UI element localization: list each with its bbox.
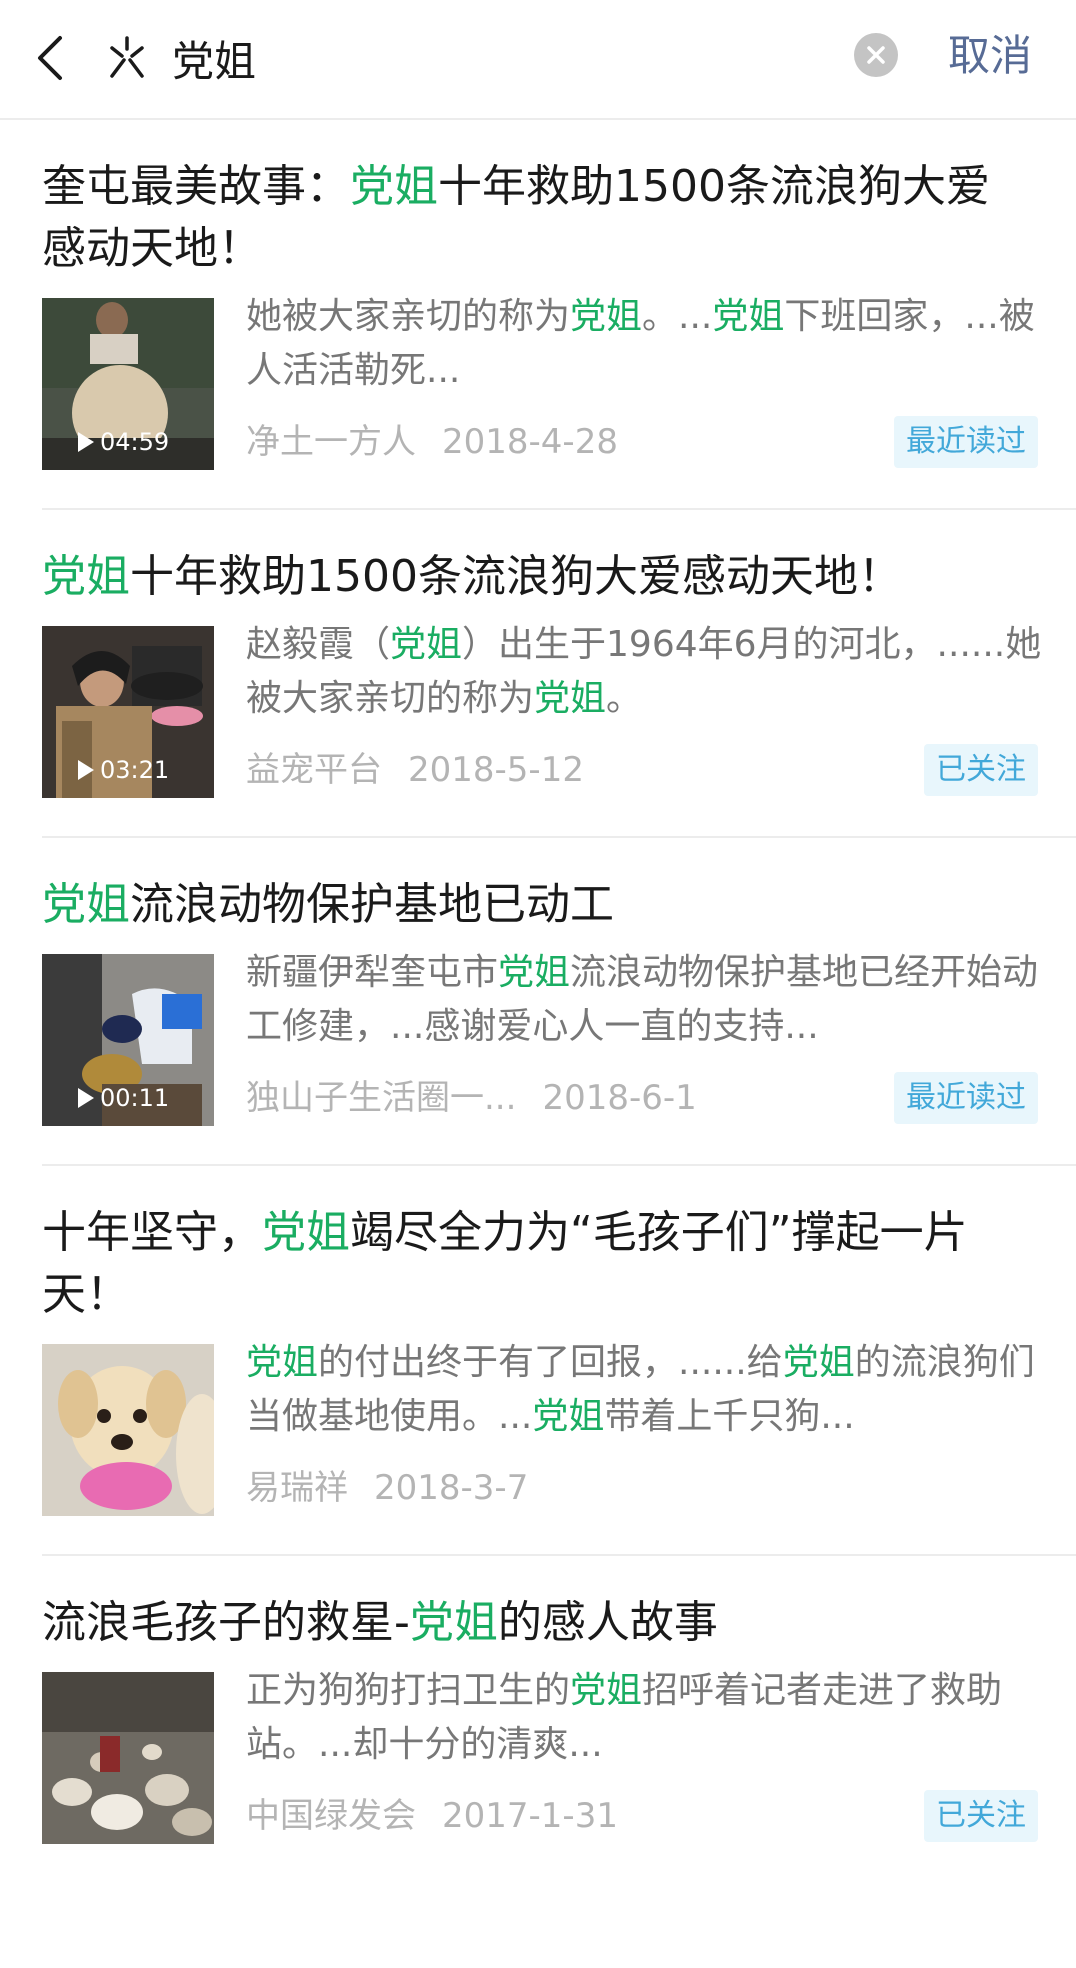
result-snippet: 党姐的付出终于有了回报，......给党姐的流浪狗们当做基地使用。...党姐带着… xyxy=(246,1336,1046,1444)
keyword-highlight: 党姐 xyxy=(534,678,607,719)
result-snippet: 正为狗狗打扫卫生的党姐招呼着记者走进了救助站。...却十分的清爽... xyxy=(246,1664,1046,1772)
result-meta: 易瑞祥 2018-3-7 xyxy=(246,1468,846,1508)
text-segment: 的付出终于有了回报，......给 xyxy=(318,1342,783,1383)
video-thumbnail[interactable]: 00:11 xyxy=(42,954,214,1126)
result-snippet: 她被大家亲切的称为党姐。...党姐下班回家，...被人活活勒死... xyxy=(246,290,1046,398)
text-segment: 新疆伊犁奎屯市 xyxy=(246,952,499,993)
result-meta: 独山子生活圈一... 2018-6-1 xyxy=(246,1078,846,1118)
status-badge: 最近读过 xyxy=(894,1072,1038,1124)
keyword-highlight: 党姐 xyxy=(782,1342,855,1383)
result-title: 流浪毛孩子的救星-党姐的感人故事 xyxy=(42,1556,1076,1654)
result-snippet: 新疆伊犁奎屯市党姐流浪动物保护基地已经开始动工修建，...感谢爱心人一直的支持.… xyxy=(246,946,1046,1054)
result-date: 2018-5-12 xyxy=(408,750,584,790)
result-meta: 益宠平台 2018-5-12 xyxy=(246,750,846,790)
text-segment: 。 xyxy=(606,678,643,719)
result-title: 十年坚守，党姐竭尽全力为“毛孩子们”撑起一片天！ xyxy=(42,1166,1076,1326)
keyword-highlight: 党姐 xyxy=(246,1342,319,1383)
back-button[interactable] xyxy=(30,28,74,88)
play-icon xyxy=(78,1088,94,1108)
video-thumbnail[interactable]: 03:21 xyxy=(42,626,214,798)
status-badge: 已关注 xyxy=(924,744,1038,796)
text-segment: 流浪动物保护基地已动工 xyxy=(130,879,614,930)
search-input[interactable] xyxy=(172,24,812,92)
chevron-left-icon xyxy=(38,36,62,80)
result-source[interactable]: 中国绿发会 xyxy=(246,1796,416,1836)
list-item[interactable]: 党姐流浪动物保护基地已动工 00:11 新疆伊犁奎屯市党姐流浪动物保护基地已经开… xyxy=(42,838,1076,1166)
text-segment: 流浪毛孩子的救星- xyxy=(42,1597,410,1648)
result-meta: 净土一方人 2018-4-28 xyxy=(246,422,846,462)
result-snippet: 赵毅霞（党姐）出生于1964年6月的河北，......她被大家亲切的称为党姐。 xyxy=(246,618,1046,726)
keyword-highlight: 党姐 xyxy=(532,1396,605,1437)
search-results-list: 奎屯最美故事：党姐十年救助1500条流浪狗大爱感动天地！ 04:59 她被大家亲… xyxy=(0,120,1076,1882)
article-thumbnail[interactable] xyxy=(42,1344,214,1516)
keyword-highlight: 党姐 xyxy=(498,952,571,993)
text-segment: 十年坚守， xyxy=(42,1207,262,1258)
result-source[interactable]: 独山子生活圈一... xyxy=(246,1078,516,1118)
text-segment: 的感人故事 xyxy=(497,1597,718,1648)
status-badge: 最近读过 xyxy=(894,416,1038,468)
result-source[interactable]: 易瑞祥 xyxy=(246,1468,348,1508)
keyword-highlight: 党姐 xyxy=(390,624,463,665)
result-title: 奎屯最美故事：党姐十年救助1500条流浪狗大爱感动天地！ xyxy=(42,120,1076,280)
video-thumbnail[interactable]: 04:59 xyxy=(42,298,214,470)
keyword-highlight: 党姐 xyxy=(262,1207,350,1258)
sparkle-icon xyxy=(104,34,150,80)
keyword-highlight: 党姐 xyxy=(712,296,785,337)
clear-search-button[interactable] xyxy=(854,33,898,77)
list-item[interactable]: 流浪毛孩子的救星-党姐的感人故事 正为狗狗打扫卫生的党姐招呼着记者走进了救助站。… xyxy=(42,1556,1076,1844)
keyword-highlight: 党姐 xyxy=(42,879,130,930)
keyword-highlight: 党姐 xyxy=(570,1670,643,1711)
text-segment: 她被大家亲切的称为 xyxy=(246,296,571,337)
keyword-highlight: 党姐 xyxy=(350,161,438,212)
result-date: 2018-4-28 xyxy=(442,422,618,462)
text-segment: 赵毅霞（ xyxy=(246,624,391,665)
result-title: 党姐流浪动物保护基地已动工 xyxy=(42,838,1076,936)
text-segment: 带着上千只狗... xyxy=(604,1396,855,1437)
result-title: 党姐十年救助1500条流浪狗大爱感动天地！ xyxy=(42,510,1076,608)
keyword-highlight: 党姐 xyxy=(42,551,130,602)
text-segment: 正为狗狗打扫卫生的 xyxy=(246,1670,571,1711)
list-item[interactable]: 奎屯最美故事：党姐十年救助1500条流浪狗大爱感动天地！ 04:59 她被大家亲… xyxy=(42,120,1076,510)
text-segment: 十年救助1500条流浪狗大爱感动天地！ xyxy=(130,551,902,602)
result-date: 2018-6-1 xyxy=(542,1078,697,1118)
article-thumbnail[interactable] xyxy=(42,1672,214,1844)
play-icon xyxy=(78,432,94,452)
keyword-highlight: 党姐 xyxy=(570,296,643,337)
video-duration: 04:59 xyxy=(100,428,170,456)
close-icon xyxy=(867,46,885,64)
text-segment: 奎屯最美故事： xyxy=(42,161,350,212)
list-item[interactable]: 十年坚守，党姐竭尽全力为“毛孩子们”撑起一片天！ 党姐的付出终于有了回报，...… xyxy=(42,1166,1076,1556)
result-date: 2017-1-31 xyxy=(442,1796,618,1836)
text-segment: 。... xyxy=(642,296,713,337)
search-header: 取消 xyxy=(0,0,1076,120)
result-date: 2018-3-7 xyxy=(374,1468,529,1508)
play-icon xyxy=(78,760,94,780)
list-item[interactable]: 党姐十年救助1500条流浪狗大爱感动天地！ 03:21 赵毅霞（党姐）出生于19… xyxy=(42,510,1076,838)
keyword-highlight: 党姐 xyxy=(409,1597,498,1648)
video-duration: 00:11 xyxy=(100,1084,170,1112)
video-duration: 03:21 xyxy=(100,756,170,784)
result-meta: 中国绿发会 2017-1-31 xyxy=(246,1796,846,1836)
result-source[interactable]: 益宠平台 xyxy=(246,750,382,790)
status-badge: 已关注 xyxy=(924,1790,1038,1842)
result-source[interactable]: 净土一方人 xyxy=(246,422,416,462)
cancel-button[interactable]: 取消 xyxy=(948,26,1032,86)
